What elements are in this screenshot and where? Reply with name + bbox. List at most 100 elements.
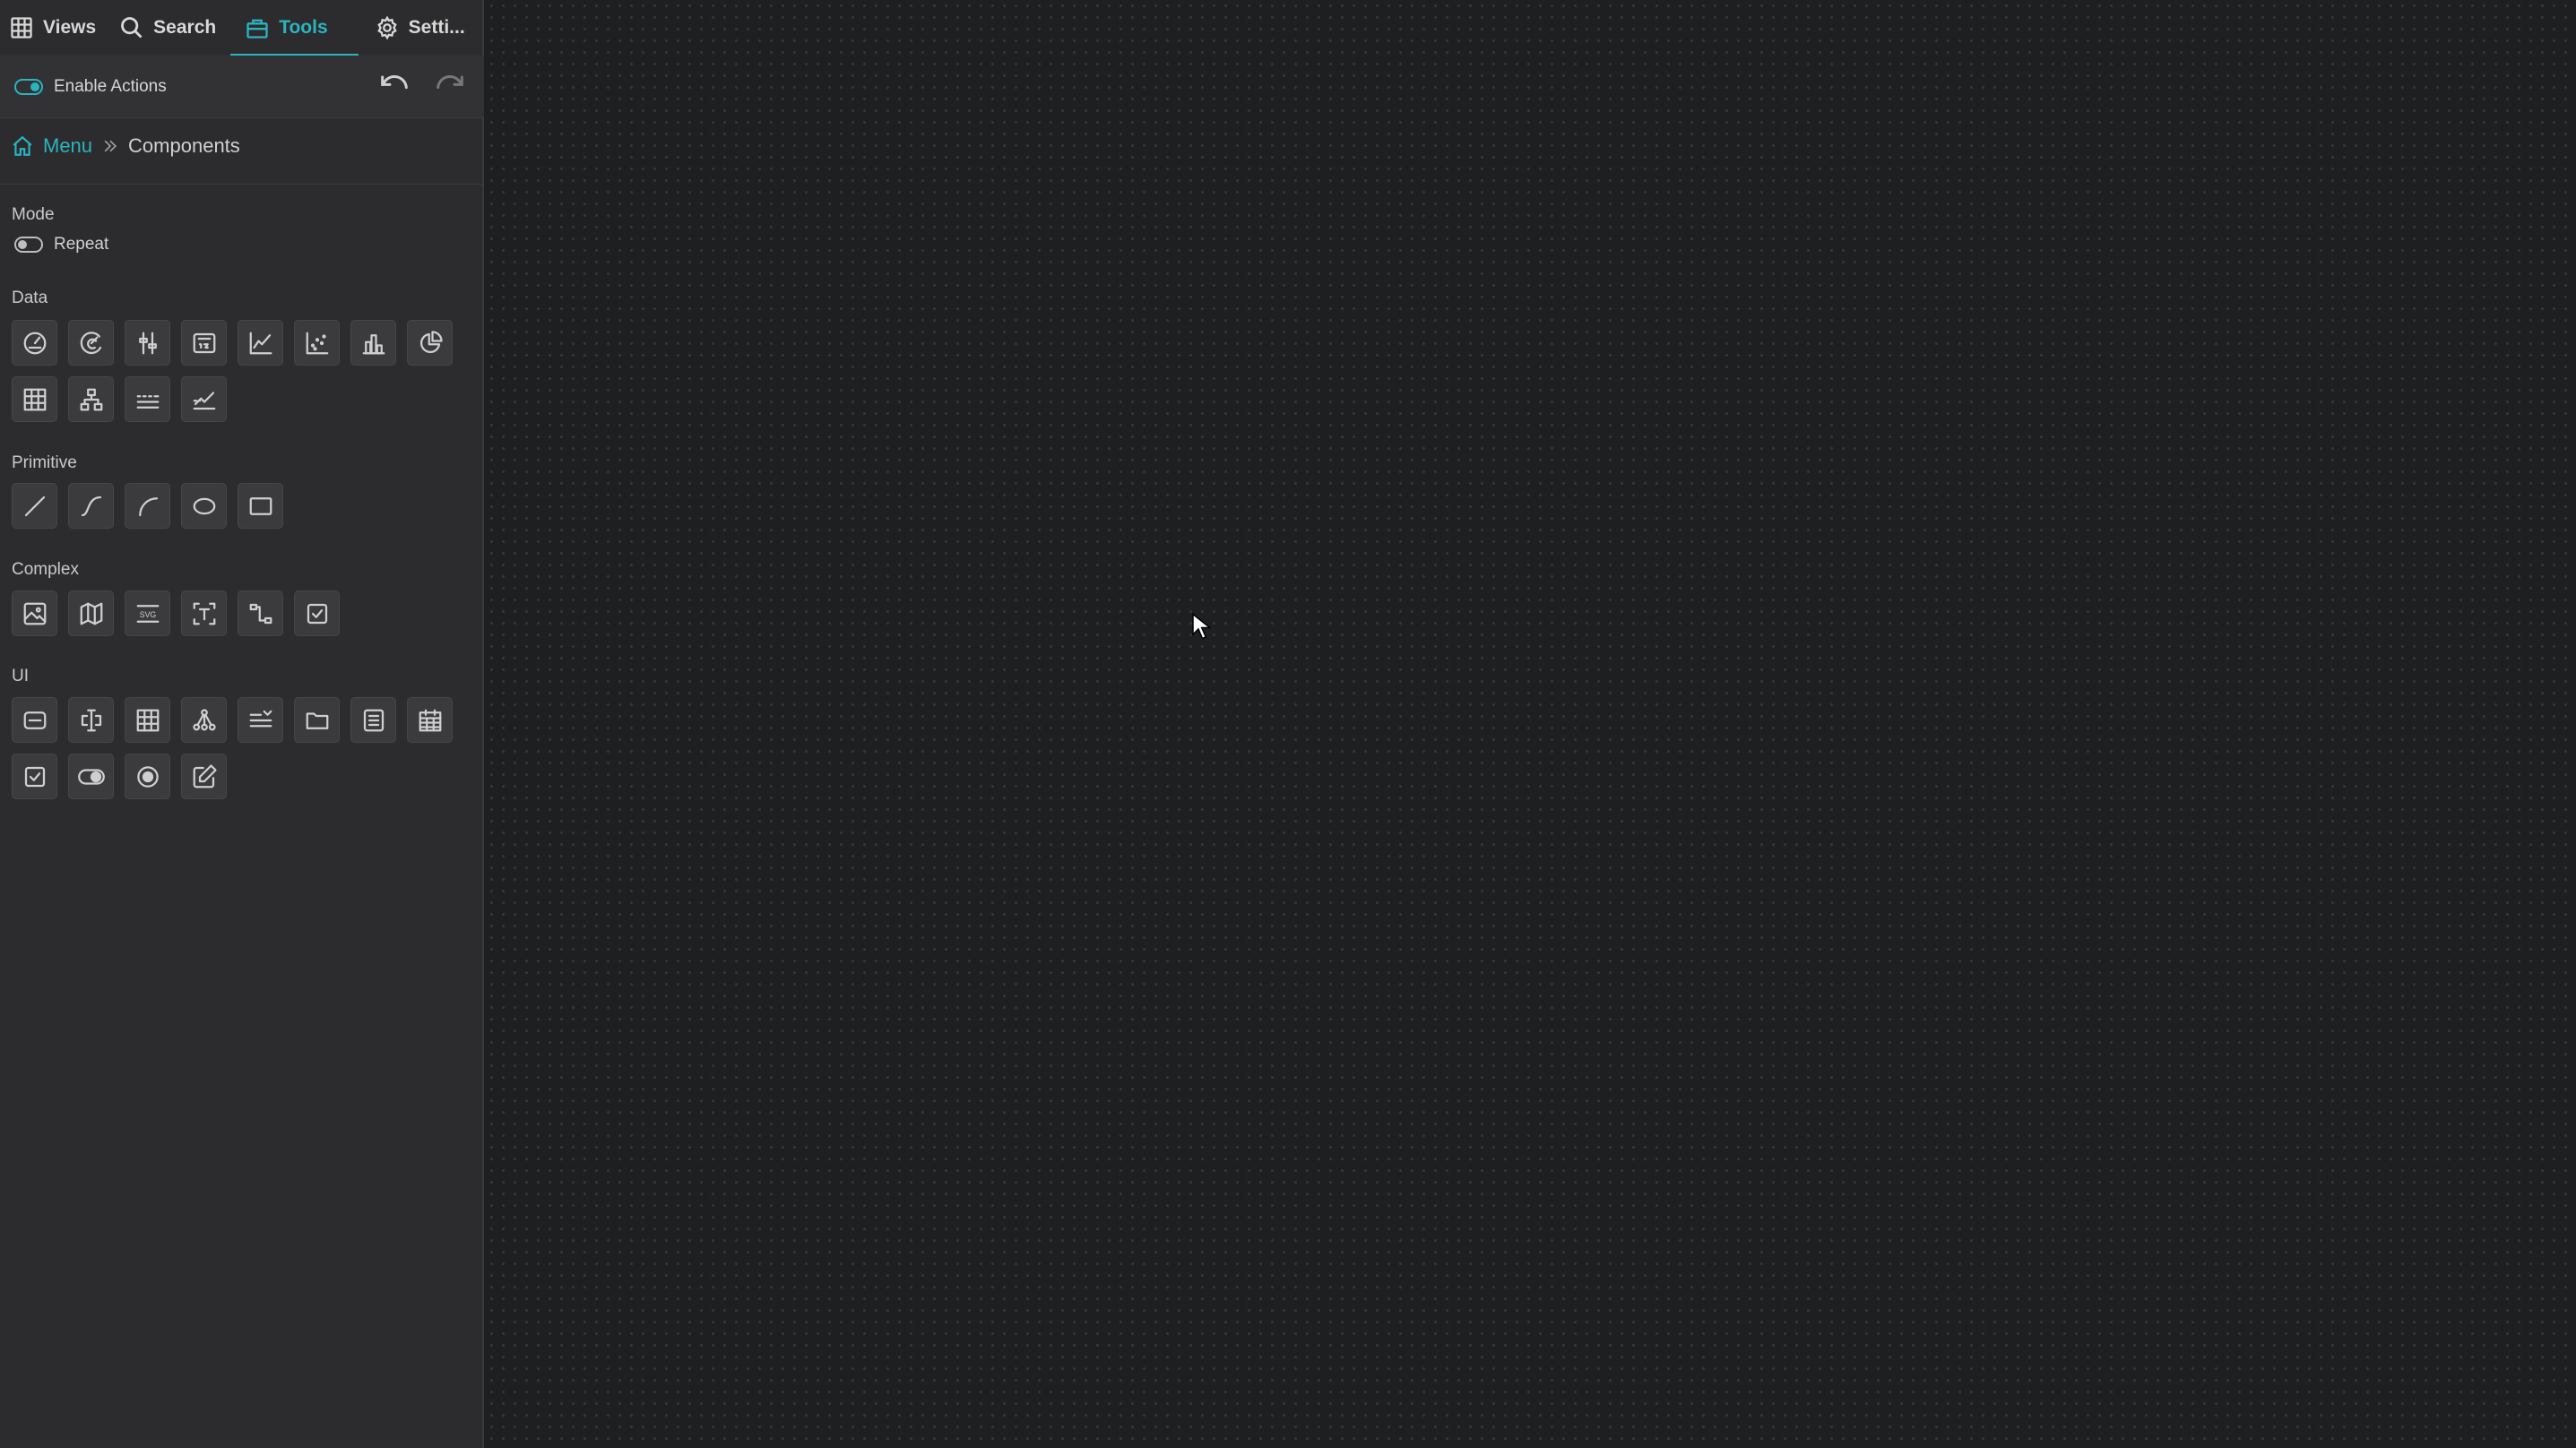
line-button[interactable] (12, 483, 57, 529)
ellipse-icon (193, 497, 215, 514)
folder-icon (306, 711, 328, 729)
text-cursor-button[interactable] (68, 697, 114, 743)
redo-icon[interactable] (432, 68, 468, 104)
data-components-grid (12, 320, 453, 422)
bar-chart-button[interactable] (350, 320, 396, 366)
toolbox-icon (246, 19, 268, 39)
gauge-icon (23, 332, 46, 354)
arc-button[interactable] (125, 483, 170, 529)
undo-icon[interactable] (376, 68, 412, 104)
input-field-button[interactable] (12, 697, 57, 743)
bar-chart-icon (362, 333, 385, 354)
text-icon (193, 602, 215, 625)
checkbox-input-button[interactable] (12, 754, 57, 799)
trend-chart-icon (193, 391, 215, 409)
tab-label: Setti... (408, 17, 465, 38)
curve-icon (81, 496, 101, 516)
toggle-button[interactable] (68, 754, 114, 799)
svg-button[interactable]: SVG (125, 590, 170, 636)
rectangle-button[interactable] (238, 483, 283, 529)
image-icon (23, 602, 46, 625)
radio-icon (136, 765, 159, 788)
checkbox-button[interactable] (294, 590, 340, 636)
pie-chart-button[interactable] (407, 320, 453, 366)
sparkline-button[interactable] (125, 376, 170, 422)
sparkline-icon (136, 394, 159, 409)
tree-chart-icon (80, 388, 102, 410)
text-cursor-icon (81, 709, 101, 731)
svg-icon: SVG (136, 604, 159, 623)
enable-actions-label: Enable Actions (54, 76, 167, 96)
tab-settings[interactable]: Setti... (366, 0, 474, 56)
tree-button[interactable] (181, 697, 227, 743)
pipe-button[interactable] (238, 590, 283, 636)
radial-gauge-button[interactable] (68, 320, 114, 366)
edit-icon (193, 763, 217, 788)
section-title-primitive: Primitive (12, 453, 77, 472)
image-button[interactable] (12, 590, 57, 636)
scatter-chart-icon (306, 332, 328, 354)
numeric-display-icon (193, 332, 215, 353)
tools-sidebar: Views Search Tools Setti... Enable Actio… (0, 0, 484, 1448)
dropdown-icon (249, 710, 272, 727)
complex-components-grid: SVG (12, 590, 453, 636)
map-button[interactable] (68, 590, 114, 636)
ui-components-grid (12, 697, 453, 799)
section-title-complex: Complex (12, 560, 79, 579)
breadcrumb-current: Components (128, 134, 240, 157)
tab-tools[interactable]: Tools (230, 0, 359, 56)
section-title-ui: UI (12, 667, 29, 685)
radio-button[interactable] (125, 754, 170, 799)
curve-button[interactable] (68, 483, 114, 529)
chevron-double-right-icon (104, 140, 117, 152)
numeric-display-button[interactable] (181, 320, 227, 366)
ellipse-button[interactable] (181, 483, 227, 529)
line-chart-button[interactable] (238, 320, 283, 366)
heatmap-button[interactable] (12, 376, 57, 422)
checkbox-icon (24, 766, 45, 787)
tab-views[interactable]: Views (0, 0, 105, 56)
tab-search[interactable]: Search (110, 0, 225, 56)
arc-icon (138, 496, 158, 516)
heatmap-icon (23, 388, 46, 410)
calendar-icon (419, 709, 441, 731)
top-tabs: Views Search Tools Setti... (0, 0, 484, 56)
line-icon (24, 496, 45, 516)
list-button[interactable] (350, 697, 396, 743)
divider (0, 184, 484, 185)
text-button[interactable] (181, 590, 227, 636)
mode-repeat-row: Repeat (0, 235, 108, 254)
table-icon (136, 709, 159, 731)
input-field-icon (23, 711, 46, 729)
calendar-button[interactable] (407, 697, 453, 743)
dropdown-button[interactable] (238, 697, 283, 743)
gauge-button[interactable] (12, 320, 57, 366)
repeat-toggle[interactable] (14, 237, 43, 253)
scatter-chart-button[interactable] (294, 320, 340, 366)
tab-label: Tools (279, 17, 328, 38)
folder-button[interactable] (294, 697, 340, 743)
tree-icon (192, 708, 216, 730)
toggle-icon (77, 768, 105, 785)
map-icon (80, 602, 102, 625)
gear-icon (376, 15, 397, 40)
radial-gauge-icon (80, 331, 101, 354)
section-title-mode: Mode (12, 205, 55, 224)
pie-chart-icon (419, 330, 443, 353)
line-chart-icon (249, 332, 272, 354)
breadcrumb-menu-link[interactable]: Menu (43, 134, 92, 158)
mouse-pointer-icon (1192, 613, 1211, 640)
edit-button[interactable] (181, 754, 227, 799)
vertical-slider-button[interactable] (125, 320, 170, 366)
breadcrumb: Menu Components (11, 134, 240, 158)
rectangle-icon (249, 496, 272, 515)
actions-bar: Enable Actions (0, 56, 484, 118)
table-button[interactable] (125, 697, 170, 743)
list-icon (363, 709, 384, 731)
tab-label: Search (153, 17, 217, 38)
enable-actions-toggle[interactable] (14, 78, 43, 95)
trend-chart-button[interactable] (181, 376, 227, 422)
design-canvas[interactable] (486, 0, 2576, 1448)
tree-chart-button[interactable] (68, 376, 114, 422)
home-icon[interactable] (11, 134, 34, 158)
